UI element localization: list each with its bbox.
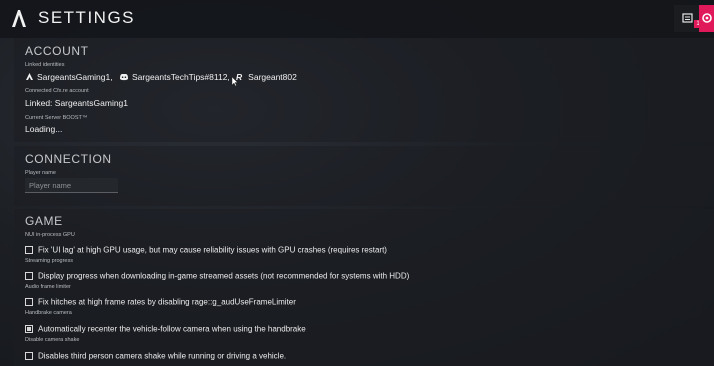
linked-identities: SargeantsGaming1, SargeantsTechTips#8112… [25, 71, 297, 82]
cfx-account-value: Linked: SargeantsGaming1 [25, 98, 129, 108]
player-name-input[interactable] [25, 178, 118, 193]
checkbox-checked[interactable] [25, 324, 33, 333]
page-title: SETTINGS [38, 8, 136, 27]
option-nui-gpu[interactable]: Fix 'UI lag' at high GPU usage, but may … [25, 241, 387, 259]
gear-icon [702, 13, 712, 23]
option-text: Fix 'UI lag' at high GPU usage, but may … [38, 245, 387, 255]
linked-identities-label: Linked identities [25, 62, 65, 68]
game-section-title: GAME [25, 214, 63, 228]
option-label: Audio frame limiter [25, 284, 71, 290]
option-audio-frame-limiter[interactable]: Fix hitches at high frame rates by disab… [25, 293, 296, 311]
identity-steam: SargeantsGaming1, [37, 71, 113, 82]
fivem-logo-icon [12, 10, 26, 27]
option-handbrake-camera[interactable]: Automatically recenter the vehicle-follo… [25, 320, 306, 338]
discord-icon [119, 73, 128, 80]
option-label: Handbrake camera [25, 310, 72, 316]
connection-section: CONNECTION Player name [14, 146, 714, 206]
game-section: GAME NUI in-process GPU Fix 'UI lag' at … [14, 209, 714, 366]
option-label: NUI in-process GPU [25, 232, 75, 238]
checkbox[interactable] [25, 351, 33, 360]
option-streaming-progress[interactable]: Display progress when downloading in-gam… [25, 267, 409, 285]
checkbox[interactable] [25, 271, 33, 280]
option-text: Automatically recenter the vehicle-follo… [38, 324, 306, 334]
option-label: Streaming progress [25, 258, 73, 264]
option-label: Disable camera shake [25, 337, 80, 343]
option-text: Disables third person camera shake while… [38, 351, 287, 361]
identity-rockstar: Sargeant802 [248, 71, 297, 82]
settings-button[interactable] [699, 5, 714, 32]
steam-icon [26, 73, 33, 81]
server-boost-value: Loading... [25, 124, 63, 134]
server-boost-label: Current Server BOOST™ [25, 115, 88, 121]
option-disable-camera-shake[interactable]: Disables third person camera shake while… [25, 347, 286, 365]
cfx-account-label: Connected Cfx.re account [25, 88, 89, 94]
checkbox[interactable] [25, 297, 33, 306]
mouse-cursor-icon [232, 77, 238, 86]
top-bar: SETTINGS 1 [0, 0, 714, 38]
connection-section-title: CONNECTION [25, 152, 112, 166]
account-section: ACCOUNT Linked identities SargeantsGamin… [14, 38, 714, 142]
identity-discord: SargeantsTechTips#8112, [131, 71, 230, 82]
option-text: Fix hitches at high frame rates by disab… [38, 297, 296, 307]
checkbox[interactable] [25, 245, 33, 254]
account-section-title: ACCOUNT [25, 44, 89, 58]
player-name-label: Player name [25, 170, 56, 176]
option-text: Display progress when downloading in-gam… [38, 271, 410, 281]
